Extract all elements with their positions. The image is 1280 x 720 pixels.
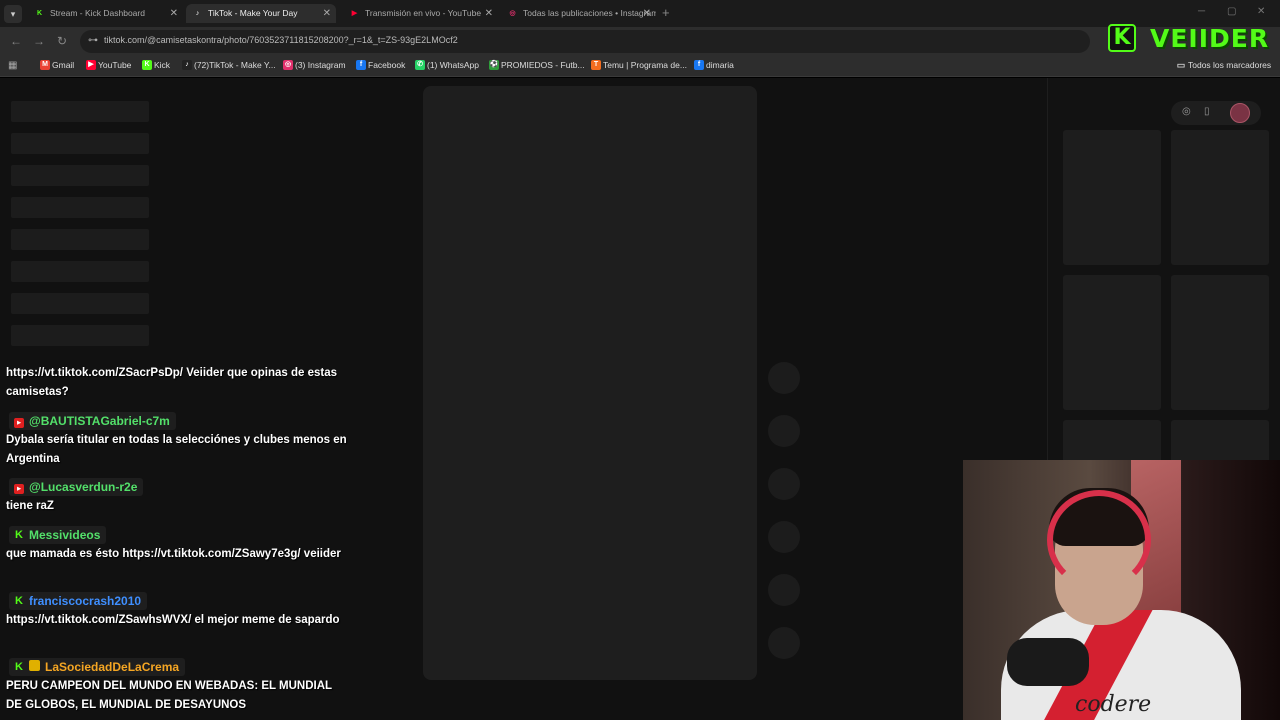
- device-icon[interactable]: ▯: [1204, 106, 1210, 117]
- chat-username-text: franciscocrash2010: [29, 594, 142, 608]
- chat-message-text: que mamada es ésto https://vt.tiktok.com…: [6, 548, 341, 560]
- whatsapp-icon: ✆: [415, 60, 425, 70]
- bookmark-label: Facebook: [368, 60, 406, 70]
- folder-icon: ▭: [1176, 60, 1186, 70]
- video-thumbnail-placeholder[interactable]: [1063, 275, 1161, 410]
- bookmark-label: (1) WhatsApp: [427, 60, 479, 70]
- close-tab-icon[interactable]: ✕: [485, 4, 493, 23]
- chat-username[interactable]: K Messivideos: [9, 526, 107, 544]
- new-tab-button[interactable]: +: [662, 5, 670, 20]
- bookmark[interactable]: f Facebook: [356, 60, 405, 70]
- youtube-icon: ▶: [14, 418, 24, 428]
- video-thumbnail-placeholder[interactable]: [1171, 130, 1269, 265]
- kick-icon: K: [15, 661, 23, 673]
- chat-message-text: https://vt.tiktok.com/ZSawhsWVX/ el mejo…: [6, 614, 340, 626]
- share-button-placeholder[interactable]: [768, 521, 800, 553]
- chat-username[interactable]: ▶ @BAUTISTAGabriel-c7m: [9, 412, 176, 430]
- bookmark-label: PROMIEDOS - Futb...: [501, 60, 585, 70]
- minimize-button[interactable]: ─: [1198, 6, 1205, 17]
- like-button-placeholder[interactable]: [768, 362, 800, 394]
- microphone: [1007, 638, 1089, 686]
- chat-username-text: LaSociedadDeLaCrema: [45, 660, 180, 674]
- close-window-button[interactable]: ✕: [1257, 6, 1265, 17]
- maximize-button[interactable]: ▢: [1227, 6, 1236, 17]
- chat-username-text: Messivideos: [29, 528, 101, 542]
- bookmark[interactable]: ✆ (1) WhatsApp: [415, 60, 479, 70]
- video-thumbnail-placeholder[interactable]: [1063, 130, 1161, 265]
- close-tab-icon[interactable]: ✕: [643, 4, 651, 23]
- webcam-feed: codere: [963, 460, 1280, 720]
- action-button-placeholder[interactable]: [768, 574, 800, 606]
- headset: [1047, 490, 1151, 590]
- chat-message-text: PERU CAMPEON DEL MUNDO EN WEBADAS: EL MU…: [6, 680, 332, 711]
- compass-icon[interactable]: ◎: [1182, 106, 1191, 117]
- kick-icon: K: [15, 595, 23, 607]
- bookmark[interactable]: T Temu | Programa de...: [591, 60, 687, 70]
- chat-username[interactable]: K LaSociedadDeLaCrema: [9, 658, 186, 676]
- streamer-logo: K VEIIDER: [1104, 22, 1272, 56]
- tab-title: Todas las publicaciones • Instagram: [523, 8, 656, 18]
- action-button-placeholder[interactable]: [768, 627, 800, 659]
- post-media-placeholder[interactable]: [423, 86, 757, 680]
- kick-logo-icon: K: [1108, 24, 1136, 52]
- instagram-icon: ◎: [509, 10, 516, 17]
- promiedos-icon: ⚽: [489, 60, 499, 70]
- bookmark[interactable]: ⚽ PROMIEDOS - Futb...: [489, 60, 585, 70]
- chat-username-text: @BAUTISTAGabriel-c7m: [29, 414, 170, 428]
- bookmark[interactable]: f dimaria: [694, 60, 734, 70]
- temu-icon: T: [591, 60, 601, 70]
- tab-title: Transmisión en vivo - YouTube: [365, 8, 482, 18]
- youtube-icon: ▶: [14, 484, 24, 494]
- chat-message-text: Dybala sería titular en todas la selecci…: [6, 434, 347, 465]
- comment-button-placeholder[interactable]: [768, 415, 800, 447]
- chat-username[interactable]: ▶ @Lucasverdun-r2e: [9, 478, 144, 496]
- chat-username-text: @Lucasverdun-r2e: [29, 480, 138, 494]
- chat-overlay: https://vt.tiktok.com/ZSacrPsDp/ Veiider…: [0, 0, 360, 720]
- save-button-placeholder[interactable]: [768, 468, 800, 500]
- all-bookmarks-folder[interactable]: ▭ Todos los marcadores: [1176, 60, 1271, 70]
- screen: ▾ K Stream - Kick Dashboard ✕ ♪ TikTok - Mak…: [0, 0, 1280, 720]
- jersey-sponsor: codere: [1075, 692, 1152, 717]
- video-thumbnail-placeholder[interactable]: [1171, 275, 1269, 410]
- streamer-name: VEIIDER: [1150, 24, 1270, 53]
- kick-icon: K: [15, 529, 23, 541]
- bookmark-label: Temu | Programa de...: [603, 60, 687, 70]
- subscriber-badge-icon: [29, 660, 40, 671]
- bookmark-label: dimaria: [706, 60, 734, 70]
- chat-username[interactable]: Kfranciscocrash2010: [9, 592, 148, 610]
- chat-message-text: tiene raZ: [6, 500, 54, 512]
- chat-message-text: https://vt.tiktok.com/ZSacrPsDp/ Veiider…: [6, 367, 338, 398]
- profile-avatar[interactable]: [1230, 103, 1250, 123]
- facebook-icon: f: [694, 60, 704, 70]
- browser-tab[interactable]: ◎ Todas las publicaciones • Instagram ✕: [501, 4, 656, 23]
- browser-tab[interactable]: ▶ Transmisión en vivo - YouTube ✕: [343, 4, 498, 23]
